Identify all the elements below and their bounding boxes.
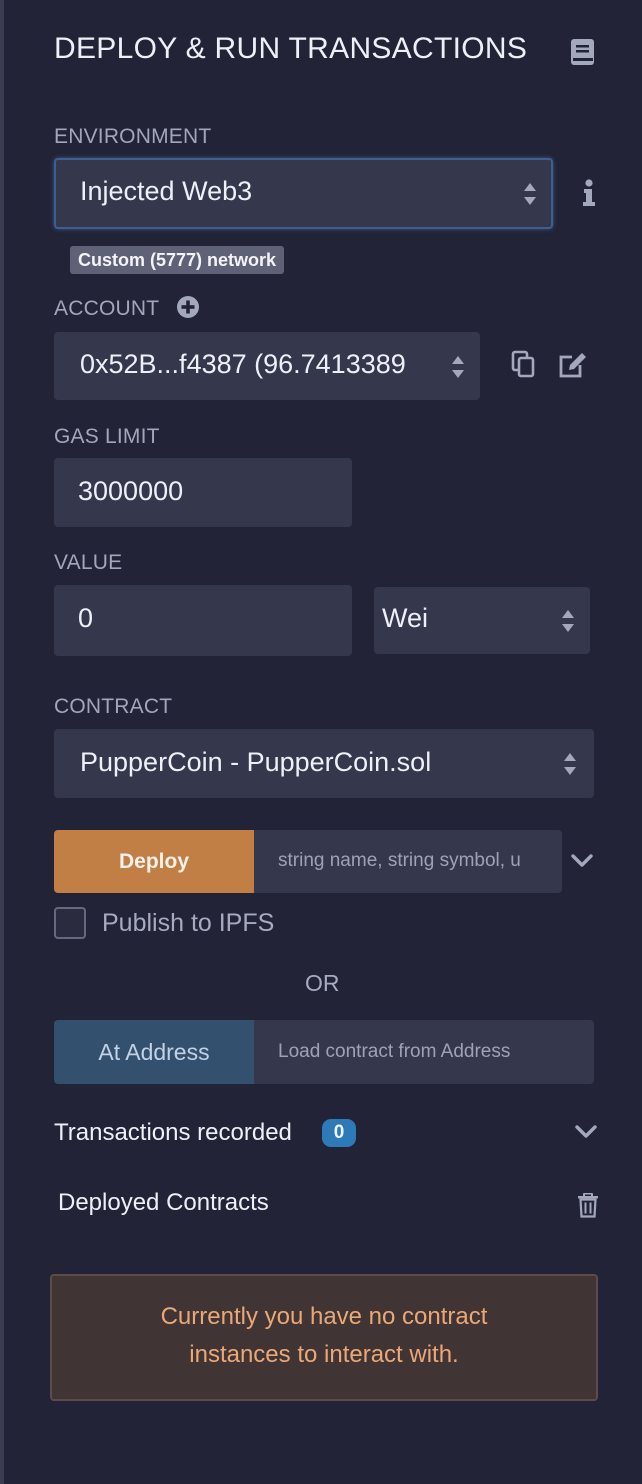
transactions-recorded-label[interactable]: Transactions recorded: [54, 1119, 292, 1147]
at-address-placeholder: Load contract from Address: [278, 1041, 511, 1062]
deployed-contracts-label: Deployed Contracts: [58, 1189, 269, 1216]
book-icon[interactable]: [570, 38, 596, 66]
copy-icon[interactable]: [510, 350, 536, 378]
at-address-button[interactable]: At Address: [54, 1020, 254, 1084]
deploy-args-placeholder: string name, string symbol, u: [278, 850, 521, 871]
account-value: 0x52B...f4387 (96.7413389: [80, 349, 406, 379]
no-instances-message: Currently you have no contract instances…: [50, 1298, 598, 1374]
select-arrows-icon: [564, 753, 576, 775]
trash-icon[interactable]: [577, 1192, 599, 1218]
select-arrows-icon: [452, 356, 464, 378]
chevron-down-icon[interactable]: [571, 854, 593, 868]
gas-limit-label: GAS LIMIT: [54, 425, 160, 448]
value-unit: Wei: [382, 603, 429, 633]
panel-left-border: [0, 0, 4, 1484]
value-input[interactable]: [54, 585, 352, 656]
info-icon[interactable]: [580, 178, 598, 208]
environment-label: ENVIRONMENT: [54, 125, 212, 148]
gas-limit-value: 3000000: [78, 476, 184, 506]
or-divider: OR: [305, 970, 340, 996]
edit-icon[interactable]: [557, 351, 587, 379]
transactions-count-badge: 0: [322, 1119, 356, 1147]
chevron-down-icon[interactable]: [575, 1125, 597, 1139]
panel-title: DEPLOY & RUN TRANSACTIONS: [54, 32, 528, 65]
publish-ipfs-label: Publish to IPFS: [102, 909, 275, 937]
select-arrows-icon: [524, 183, 536, 205]
plus-circle-icon[interactable]: [176, 295, 200, 319]
value-label: VALUE: [54, 551, 123, 574]
environment-value: Injected Web3: [80, 176, 253, 206]
deploy-button[interactable]: Deploy: [54, 830, 254, 893]
contract-label: CONTRACT: [54, 695, 173, 718]
publish-ipfs-checkbox[interactable]: [54, 907, 86, 939]
value-amount: 0: [78, 603, 94, 633]
account-label: ACCOUNT: [54, 297, 160, 320]
notice-line-1: Currently you have no contract: [160, 1303, 488, 1330]
select-arrows-icon: [562, 610, 574, 632]
notice-line-2: instances to interact with.: [189, 1341, 459, 1368]
contract-value: PupperCoin - PupperCoin.sol: [80, 747, 432, 777]
network-badge: Custom (5777) network: [70, 246, 285, 274]
